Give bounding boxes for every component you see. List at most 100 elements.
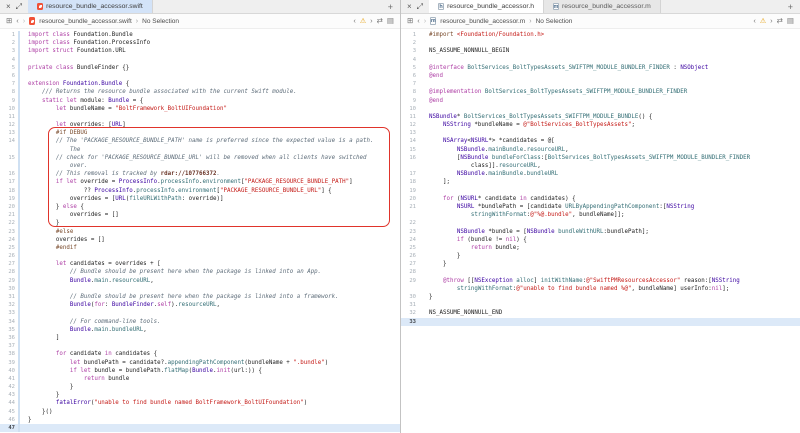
related-items-icon[interactable]: ⊞ [407, 17, 413, 25]
code-line[interactable]: 10 let bundleName = "BoltFramework_BoltU… [0, 105, 400, 113]
code-line[interactable]: 20 } else { [0, 203, 400, 211]
line-number[interactable]: 40 [0, 367, 18, 375]
line-number[interactable]: 42 [0, 383, 18, 391]
line-number[interactable]: 19 [0, 195, 18, 203]
add-tab-icon[interactable]: + [781, 0, 800, 13]
breadcrumb-file[interactable]: resource_bundle_accessor.m [440, 18, 525, 25]
code-line[interactable]: 26 } [401, 252, 800, 260]
line-number[interactable]: 30 [401, 293, 419, 301]
code-line[interactable]: 37 [0, 342, 400, 350]
line-number[interactable]: 31 [0, 293, 18, 301]
code-line[interactable]: over. [0, 162, 400, 170]
line-number[interactable]: 14 [401, 137, 419, 145]
line-number[interactable]: 27 [0, 260, 18, 268]
line-number[interactable]: 20 [0, 203, 18, 211]
code-line[interactable]: 33 [0, 309, 400, 317]
code-line[interactable]: 8 /// Returns the resource bundle associ… [0, 88, 400, 96]
line-number[interactable]: 29 [0, 277, 18, 285]
code-line[interactable]: 9 static let module: Bundle = { [0, 97, 400, 105]
code-line[interactable]: 18 ]; [401, 178, 800, 186]
code-line[interactable]: 8@implementation BoltServices_BoltTypesA… [401, 88, 800, 96]
line-number[interactable]: 4 [0, 56, 18, 64]
breadcrumb-selection[interactable]: No Selection [142, 18, 179, 25]
line-number[interactable]: 10 [0, 105, 18, 113]
code-line[interactable]: 24 overrides = [] [0, 236, 400, 244]
go-back-icon[interactable]: ‹ [16, 17, 19, 25]
code-line[interactable]: 41 return bundle [0, 375, 400, 383]
line-number[interactable]: 6 [401, 72, 419, 80]
code-line[interactable]: 38 for candidate in candidates { [0, 350, 400, 358]
code-line[interactable]: 25 #endif [0, 244, 400, 252]
tab-resource-bundle-accessor-h[interactable]: h resource_bundle_accessor.h [429, 0, 544, 13]
line-number[interactable]: 35 [0, 326, 18, 334]
line-number[interactable]: 6 [0, 72, 18, 80]
code-line[interactable]: 46} [0, 416, 400, 424]
line-number[interactable]: 28 [401, 268, 419, 276]
line-number[interactable]: 7 [0, 80, 18, 88]
code-line[interactable]: 7 [401, 80, 800, 88]
editor-options-icon[interactable]: ▤ [387, 17, 394, 25]
code-line[interactable]: The [0, 146, 400, 154]
code-line[interactable]: 34 // For command-line tools. [0, 318, 400, 326]
code-line[interactable]: 26 [0, 252, 400, 260]
line-number[interactable]: 5 [401, 64, 419, 72]
code-line[interactable]: 5private class BundleFinder {} [0, 64, 400, 72]
line-number[interactable]: 15 [0, 154, 18, 162]
line-number[interactable]: 17 [0, 178, 18, 186]
code-line[interactable]: 14 NSArray<NSURL*> *candidates = @[ [401, 137, 800, 145]
current-code-line[interactable]: 33 [401, 318, 800, 326]
code-line[interactable]: 29 @throw [[NSException alloc] initWithN… [401, 277, 800, 285]
code-line[interactable]: 2import class Foundation.ProcessInfo [0, 39, 400, 47]
code-line[interactable]: 27 let candidates = overrides + [ [0, 260, 400, 268]
code-line[interactable]: 32NS_ASSUME_NONNULL_END [401, 309, 800, 317]
code-line[interactable]: 1import class Foundation.Bundle [0, 31, 400, 39]
line-number[interactable]: 25 [0, 244, 18, 252]
line-number[interactable]: 3 [401, 47, 419, 55]
line-number[interactable]: 34 [0, 318, 18, 326]
line-number[interactable]: 46 [0, 416, 18, 424]
line-number[interactable]: 3 [0, 47, 18, 55]
line-number[interactable] [401, 211, 419, 219]
add-tab-icon[interactable]: + [381, 0, 400, 13]
code-line[interactable]: 2 [401, 39, 800, 47]
code-line[interactable]: 36 ] [0, 334, 400, 342]
line-number[interactable]: 12 [0, 121, 18, 129]
code-line[interactable]: 28 [401, 268, 800, 276]
close-split-icon[interactable]: × [6, 3, 11, 11]
line-number[interactable]: 21 [0, 211, 18, 219]
code-line[interactable]: class]].resourceURL, [401, 162, 800, 170]
code-line[interactable]: 27 } [401, 260, 800, 268]
line-number[interactable]: 7 [401, 80, 419, 88]
code-line[interactable]: 14 // The 'PACKAGE_RESOURCE_BUNDLE_PATH'… [0, 137, 400, 145]
code-line[interactable]: 39 let bundlePath = candidate?.appending… [0, 359, 400, 367]
code-line[interactable]: 29 Bundle.main.resourceURL, [0, 277, 400, 285]
line-number[interactable]: 5 [0, 64, 18, 72]
line-number[interactable]: 24 [0, 236, 18, 244]
warning-icon[interactable]: ⚠ [760, 17, 766, 25]
line-number[interactable]: 26 [401, 252, 419, 260]
line-number[interactable]: 47 [0, 424, 18, 432]
line-number[interactable]: 22 [0, 219, 18, 227]
line-number[interactable]: 24 [401, 236, 419, 244]
line-number[interactable]: 23 [401, 228, 419, 236]
code-line[interactable]: 24 if (bundle != nil) { [401, 236, 800, 244]
warning-icon[interactable]: ⚠ [360, 17, 366, 25]
line-number[interactable]: 32 [0, 301, 18, 309]
code-line[interactable]: 22 [401, 219, 800, 227]
go-back-icon[interactable]: ‹ [417, 17, 420, 25]
line-number[interactable]: 28 [0, 268, 18, 276]
code-line[interactable]: 15 NSBundle.mainBundle.resourceURL, [401, 146, 800, 154]
code-line[interactable]: 23 NSBundle *bundle = [NSBundle bundleWi… [401, 228, 800, 236]
code-line[interactable]: 6@end [401, 72, 800, 80]
code-line[interactable]: 12 NSString *bundleName = @"BoltServices… [401, 121, 800, 129]
tab-resource-bundle-accessor-swift[interactable]: resource_bundle_accessor.swift [28, 0, 153, 13]
go-forward-icon[interactable]: › [23, 17, 26, 25]
code-line[interactable]: 7extension Foundation.Bundle { [0, 80, 400, 88]
line-number[interactable] [401, 162, 419, 170]
line-number[interactable]: 10 [401, 105, 419, 113]
code-line[interactable]: 43 } [0, 391, 400, 399]
line-number[interactable]: 21 [401, 203, 419, 211]
code-line[interactable]: 45 }() [0, 408, 400, 416]
code-line[interactable]: 30} [401, 293, 800, 301]
tab-resource-bundle-accessor-m[interactable]: m resource_bundle_accessor.m [544, 0, 661, 13]
